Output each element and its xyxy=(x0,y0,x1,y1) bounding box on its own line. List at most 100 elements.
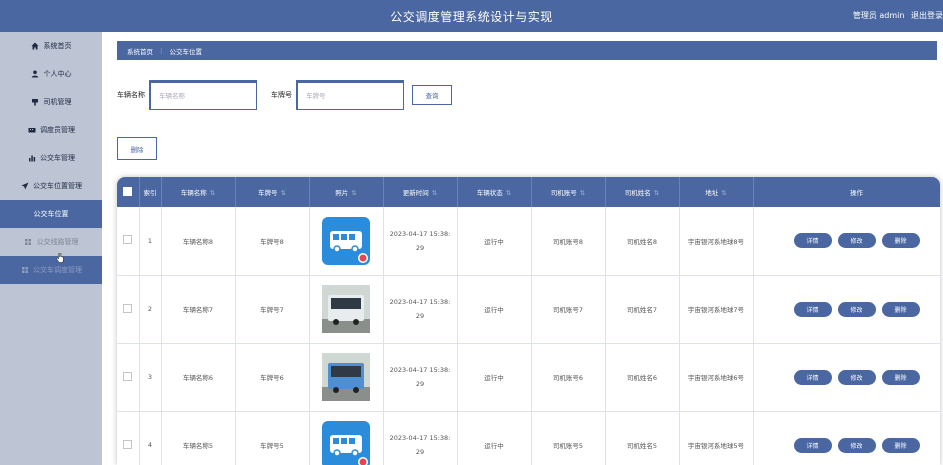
search-form: 车辆名称 车牌号 查询 xyxy=(117,80,452,110)
dispatcher-icon xyxy=(27,126,36,135)
sort-icon[interactable]: ⇅ xyxy=(210,189,215,197)
row-checkbox[interactable] xyxy=(123,439,133,449)
grid-icon xyxy=(20,266,29,275)
row-select-cell[interactable] xyxy=(117,411,140,465)
row-actions: 详情 修改 删除 xyxy=(753,207,940,276)
logout-link[interactable]: 退出登录 xyxy=(911,11,943,20)
row-index: 1 xyxy=(139,207,162,276)
row-driver-name: 司机姓名7 xyxy=(605,275,680,344)
row-checkbox[interactable] xyxy=(123,235,133,245)
delete-button[interactable]: 删除 xyxy=(881,233,920,249)
col-index: 索引 xyxy=(139,177,162,207)
sidebar-item-bus-location-mgmt[interactable]: 公交车位置管理 xyxy=(0,172,102,200)
row-vehicle-name: 车辆名称5 xyxy=(161,411,236,465)
row-driver-name: 司机姓名6 xyxy=(605,343,680,412)
row-driver-account: 司机账号5 xyxy=(531,411,606,465)
row-address: 宇宙银河系地球6号 xyxy=(679,343,754,412)
sidebar-item-bus-dispatch[interactable]: 公交车调度管理 xyxy=(0,256,102,284)
col-photo[interactable]: 照片 ⇅ xyxy=(309,177,384,207)
sort-icon[interactable]: ⇅ xyxy=(281,189,286,197)
edit-button[interactable]: 修改 xyxy=(837,301,876,317)
sidebar-item-profile[interactable]: 个人中心 xyxy=(0,60,102,88)
row-checkbox[interactable] xyxy=(123,303,133,313)
vehicle-name-label: 车辆名称 xyxy=(117,91,145,99)
detail-button[interactable]: 详情 xyxy=(793,233,832,249)
row-address: 宇宙银河系地球5号 xyxy=(679,411,754,465)
plate-input[interactable] xyxy=(306,92,403,100)
row-driver-account: 司机账号6 xyxy=(531,343,606,412)
row-update-time: 2023-04-17 15:38: 29 xyxy=(383,343,458,412)
row-checkbox[interactable] xyxy=(123,371,133,381)
row-index: 4 xyxy=(139,411,162,465)
user-icon xyxy=(31,70,40,79)
row-photo xyxy=(309,275,384,344)
detail-button[interactable]: 详情 xyxy=(793,437,832,453)
delete-button[interactable]: 删除 xyxy=(881,437,920,453)
row-address: 宇宙银河系地球7号 xyxy=(679,275,754,344)
table-row: 3 车辆名称6 车牌号6 2023-04-17 15:38: 29 运行中 司机账… xyxy=(117,343,940,412)
row-select-cell[interactable] xyxy=(117,207,140,276)
col-plate[interactable]: 车牌号 ⇅ xyxy=(235,177,310,207)
sort-icon[interactable]: ⇅ xyxy=(721,189,726,197)
delete-button[interactable]: 删除 xyxy=(881,369,920,385)
breadcrumb: 系统首页 ⋮ 公交车位置 xyxy=(117,41,937,60)
sort-icon[interactable]: ⇅ xyxy=(580,189,585,197)
row-vehicle-name: 车辆名称8 xyxy=(161,207,236,276)
table-row: 1 车辆名称8 车牌号8 2023-04-17 15:38: 29 运行中 司机账… xyxy=(117,207,940,276)
col-address[interactable]: 地址 ⇅ xyxy=(679,177,754,207)
send-icon xyxy=(20,182,29,191)
select-all-checkbox[interactable] xyxy=(123,186,133,196)
sidebar-subitem-bus-location[interactable]: 公交车位置 xyxy=(0,200,102,228)
sort-icon[interactable]: ⇅ xyxy=(351,189,356,197)
col-driver-account[interactable]: 司机账号 ⇅ xyxy=(531,177,606,207)
plate-label: 车牌号 xyxy=(271,91,292,99)
detail-button[interactable]: 详情 xyxy=(793,301,832,317)
col-actions: 操作 xyxy=(753,177,940,207)
row-update-time: 2023-04-17 15:38: 29 xyxy=(383,275,458,344)
col-vehicle-name[interactable]: 车辆名称 ⇅ xyxy=(161,177,236,207)
row-driver-account: 司机账号7 xyxy=(531,275,606,344)
edit-button[interactable]: 修改 xyxy=(837,437,876,453)
breadcrumb-home[interactable]: 系统首页 xyxy=(127,46,153,56)
sidebar-item-bus-routes[interactable]: 公交线路管理 xyxy=(0,228,102,256)
sort-icon[interactable]: ⇅ xyxy=(506,189,511,197)
sidebar-item-drivers[interactable]: 司机管理 xyxy=(0,88,102,116)
row-index: 3 xyxy=(139,343,162,412)
sidebar: 系统首页 个人中心 司机管理 调度员管理 公交车管理 公交车位置管理 公交车位置 xyxy=(0,32,102,465)
detail-button[interactable]: 详情 xyxy=(793,369,832,385)
row-plate: 车牌号7 xyxy=(235,275,310,344)
row-status: 运行中 xyxy=(457,275,532,344)
row-actions: 详情 修改 删除 xyxy=(753,411,940,465)
select-all-header[interactable] xyxy=(117,177,140,207)
table-header-row: 索引 车辆名称 ⇅ 车牌号 ⇅ 照片 ⇅ 更新时间 ⇅ 车辆状态 ⇅ 司机账号 ⇅ 司机姓名… xyxy=(117,177,940,207)
col-update-time[interactable]: 更新时间 ⇅ xyxy=(383,177,458,207)
sidebar-item-dispatchers[interactable]: 调度员管理 xyxy=(0,116,102,144)
table-row: 2 车辆名称7 车牌号7 2023-04-17 15:38: 29 运行中 司机账… xyxy=(117,275,940,344)
bus-icon xyxy=(322,421,370,465)
delete-button[interactable]: 删除 xyxy=(881,301,920,317)
row-address: 宇宙银河系地球8号 xyxy=(679,207,754,276)
row-select-cell[interactable] xyxy=(117,275,140,344)
row-vehicle-name: 车辆名称6 xyxy=(161,343,236,412)
batch-delete-button[interactable]: 删除 xyxy=(117,137,157,160)
user-area: 管理员 admin 退出登录 xyxy=(849,10,943,21)
row-index: 2 xyxy=(139,275,162,344)
bus-location-table: 索引 车辆名称 ⇅ 车牌号 ⇅ 照片 ⇅ 更新时间 ⇅ 车辆状态 ⇅ 司机账号 ⇅ 司机姓名… xyxy=(117,177,940,465)
row-photo xyxy=(309,411,384,465)
breadcrumb-current: 公交车位置 xyxy=(169,47,203,56)
query-button[interactable]: 查询 xyxy=(412,85,452,105)
col-driver-name[interactable]: 司机姓名 ⇅ xyxy=(605,177,680,207)
edit-button[interactable]: 修改 xyxy=(837,369,876,385)
edit-button[interactable]: 修改 xyxy=(837,233,876,249)
row-select-cell[interactable] xyxy=(117,343,140,412)
bus-photo xyxy=(322,285,370,333)
sidebar-item-home[interactable]: 系统首页 xyxy=(0,32,102,60)
col-status[interactable]: 车辆状态 ⇅ xyxy=(457,177,532,207)
sort-icon[interactable]: ⇅ xyxy=(432,189,437,197)
sidebar-item-buses[interactable]: 公交车管理 xyxy=(0,144,102,172)
home-icon xyxy=(31,42,40,51)
sort-icon[interactable]: ⇅ xyxy=(654,189,659,197)
plate-field xyxy=(296,80,404,110)
vehicle-name-input[interactable] xyxy=(159,92,256,100)
row-photo xyxy=(309,343,384,412)
